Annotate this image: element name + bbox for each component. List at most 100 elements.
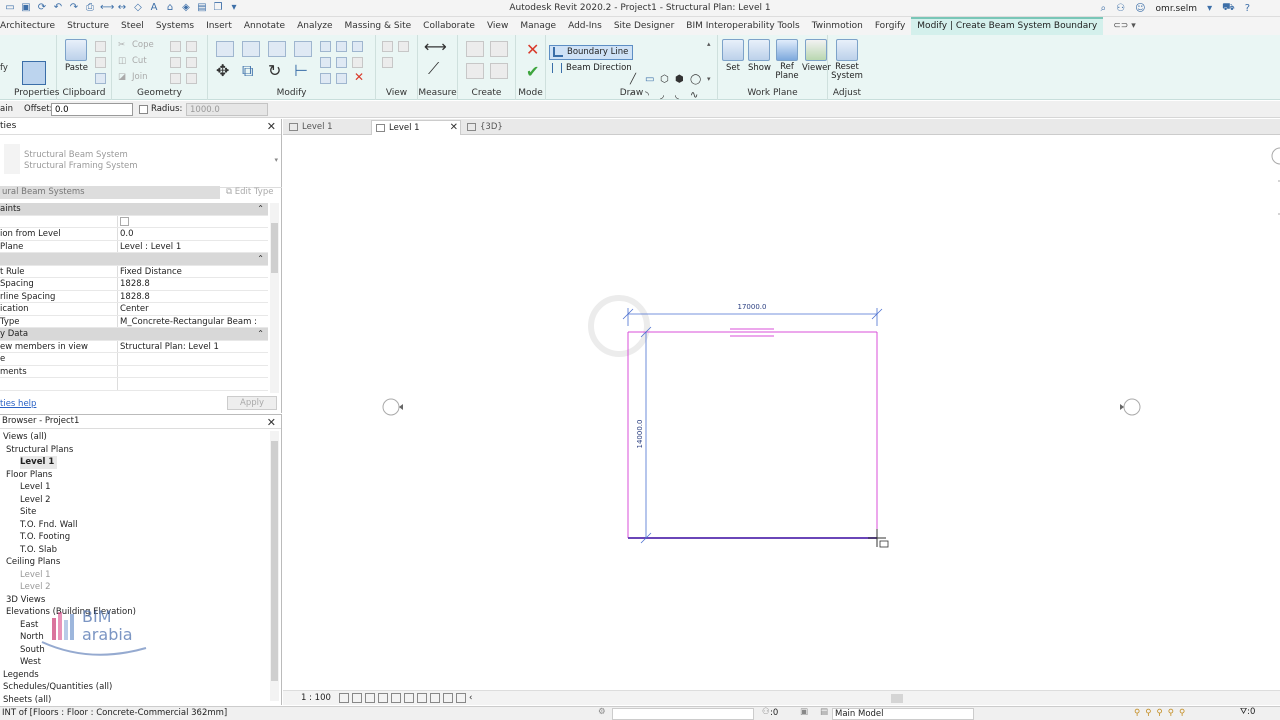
ribbon-tab-systems[interactable]: Systems [150, 17, 200, 35]
remove-paint-icon[interactable] [186, 73, 197, 84]
create-parts-icon[interactable] [490, 63, 508, 79]
aligned-dimension-icon[interactable]: ⟋ [428, 59, 439, 79]
ribbon-tab-steel[interactable]: Steel [115, 17, 150, 35]
cut-label[interactable]: Cut [132, 56, 147, 66]
mirror-axis-icon[interactable] [268, 41, 286, 57]
properties-icon[interactable] [22, 61, 46, 85]
dimension-vertical-text[interactable]: 14000.0 [636, 420, 644, 449]
ribbon-tab-analyze[interactable]: Analyze [291, 17, 338, 35]
properties-help-link[interactable]: ties help [0, 399, 36, 409]
cope-icon[interactable]: ✂ [118, 40, 125, 50]
chevron-left-icon[interactable]: ‹ [469, 693, 472, 703]
workset-selector[interactable] [612, 708, 754, 720]
circumscribed-polygon-icon[interactable]: ⬢ [675, 74, 684, 85]
worksets-icon[interactable]: ⚙ [598, 707, 606, 717]
ribbon-tab-modify-create-beam-system-boundary[interactable]: Modify | Create Beam System Boundary [911, 17, 1104, 35]
fillet-arc-icon[interactable]: ◟ [675, 90, 679, 101]
temporary-hide-icon[interactable] [417, 693, 427, 703]
property-value[interactable]: Fixed Distance [120, 266, 260, 278]
extend-icon[interactable] [336, 73, 347, 84]
browser-item[interactable]: Level 2 [0, 494, 136, 507]
wall-joins-icon[interactable] [186, 57, 197, 68]
create-group-icon[interactable] [490, 41, 508, 57]
property-value[interactable]: 0.0 [120, 228, 260, 240]
browser-item[interactable]: T.O. Slab [0, 544, 136, 557]
cope-label[interactable]: Cope [132, 40, 154, 50]
dimension-horizontal-text[interactable]: 17000.0 [738, 303, 767, 311]
crop-view-icon[interactable] [391, 693, 401, 703]
ribbon-tab-add-ins[interactable]: Add-Ins [562, 17, 608, 35]
match-type-icon[interactable] [95, 73, 106, 84]
set-work-plane-button[interactable]: Set [722, 39, 744, 73]
trim-icon[interactable]: ⊢ [294, 61, 308, 80]
property-value[interactable]: Center [120, 303, 260, 315]
finish-edit-mode-icon[interactable]: ✔ [526, 62, 539, 81]
ribbon-tab-twinmotion[interactable]: Twinmotion [806, 17, 869, 35]
property-group[interactable]: ⌃ [0, 253, 268, 266]
join-label[interactable]: Join [132, 72, 147, 82]
close-icon[interactable]: ✕ [450, 121, 458, 135]
analytical-model-icon[interactable] [443, 693, 453, 703]
split-face-icon[interactable] [170, 41, 181, 52]
property-value[interactable]: 1828.8 [120, 291, 260, 303]
browser-item[interactable]: Legends [0, 669, 136, 682]
user-name[interactable]: omr.selm [1156, 4, 1198, 14]
select-pinned-icon[interactable]: ⚲ [1156, 708, 1162, 718]
move-icon[interactable]: ✥ [216, 61, 229, 80]
trim-multiple-icon[interactable] [320, 73, 331, 84]
demolish-icon[interactable] [170, 57, 181, 68]
view-scale[interactable]: 1 : 100 [301, 693, 331, 703]
cut-icon[interactable] [95, 57, 106, 68]
property-group[interactable]: y Data ⌃ [0, 328, 268, 341]
sketch-boundary[interactable] [627, 328, 878, 539]
browser-item[interactable]: Level 2 [0, 581, 136, 594]
ribbon-tab-forgify[interactable]: Forgify [869, 17, 911, 35]
line-icon[interactable]: ╱ [630, 74, 636, 85]
exclusive-options-icon[interactable]: ▣ [800, 707, 808, 717]
property-group[interactable]: aints ⌃ [0, 203, 268, 216]
ribbon-tab-annotate[interactable]: Annotate [238, 17, 291, 35]
shadows-icon[interactable] [378, 693, 388, 703]
rotate-icon[interactable]: ↻ [268, 61, 281, 80]
drawing-svg[interactable]: 17000.0 14000.0 [283, 136, 1280, 689]
boundary-line-button[interactable]: Boundary Line [549, 45, 634, 60]
filter-count[interactable]: ⛛:0 [1240, 707, 1255, 717]
collapse-icon[interactable]: ⌃ [257, 253, 264, 265]
override-icon[interactable] [398, 41, 409, 52]
draw-scroll-up-icon[interactable]: ▴ [707, 40, 711, 48]
ribbon-tab-site-designer[interactable]: Site Designer [608, 17, 680, 35]
ribbon-tab-manage[interactable]: Manage [514, 17, 562, 35]
main-model-icon[interactable]: ▤ [820, 707, 828, 717]
scroll-thumb[interactable] [271, 223, 278, 273]
unpin-icon[interactable] [352, 41, 363, 52]
join-icon[interactable]: ◪ [118, 72, 126, 82]
browser-item[interactable]: Views (all) [0, 431, 136, 444]
horizontal-scroll-thumb[interactable] [891, 694, 903, 703]
detail-level-icon[interactable] [339, 693, 349, 703]
center-ends-arc-icon[interactable]: ◝ [645, 90, 649, 101]
ribbon-tab-collaborate[interactable]: Collaborate [417, 17, 481, 35]
show-crop-icon[interactable] [404, 693, 414, 703]
dimension-horizontal[interactable]: 17000.0 [622, 303, 883, 326]
instance-filter[interactable]: ural Beam Systems [0, 186, 220, 199]
close-icon[interactable]: ✕ [267, 120, 276, 133]
beam-direction-button[interactable]: Beam Direction [549, 62, 636, 77]
cart-icon[interactable]: ⛟ [1222, 2, 1235, 15]
select-by-face-icon[interactable]: ⚲ [1168, 708, 1174, 718]
cut-geometry-icon[interactable]: ◫ [118, 56, 126, 66]
properties-scrollbar[interactable] [270, 203, 279, 393]
paste-button[interactable]: Paste [65, 39, 88, 73]
ribbon-tab-insert[interactable]: Insert [200, 17, 238, 35]
browser-item[interactable]: Floor Plans [0, 469, 136, 482]
paint-icon[interactable] [186, 41, 197, 52]
ref-plane-button[interactable]: Ref Plane [775, 39, 799, 81]
view-tab-3d[interactable]: {3D} [463, 120, 523, 135]
browser-item[interactable]: Level 1 [0, 569, 136, 582]
browser-item[interactable]: T.O. Footing [0, 531, 136, 544]
tangent-arc-icon[interactable]: ◞ [660, 90, 664, 101]
property-value[interactable]: Structural Plan: Level 1 [120, 341, 260, 353]
design-options-icon[interactable]: ⚇ [762, 707, 770, 717]
drag-on-selection-icon[interactable]: ⚲ [1179, 708, 1185, 718]
scale-icon[interactable] [336, 57, 347, 68]
ribbon-tab-view[interactable]: View [481, 17, 514, 35]
